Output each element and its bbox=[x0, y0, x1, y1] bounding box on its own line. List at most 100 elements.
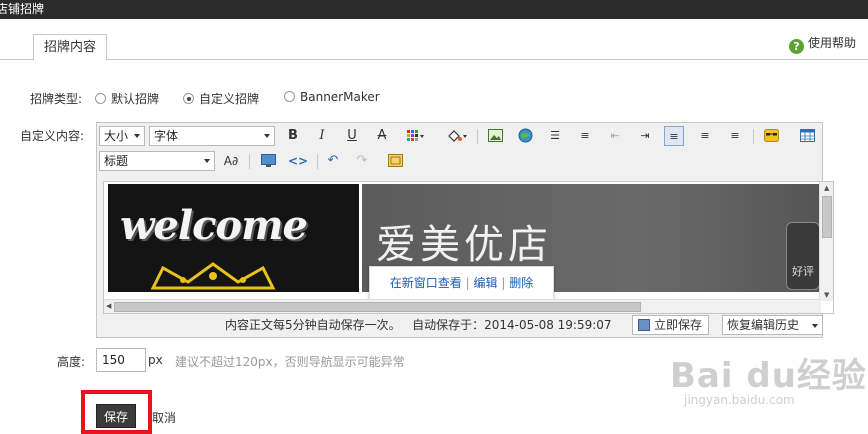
open-new-window-link[interactable]: 在新窗口查看 bbox=[390, 276, 462, 290]
redo-icon: ↷ bbox=[356, 153, 368, 168]
radio-circle bbox=[95, 93, 106, 104]
horizontal-scroll-thumb[interactable] bbox=[114, 302, 641, 312]
vertical-scroll-thumb[interactable] bbox=[822, 196, 832, 238]
bullet-list-button[interactable]: ☰ bbox=[545, 126, 565, 146]
underline-icon: U bbox=[347, 128, 357, 143]
autosave-status: 内容正文每5分钟自动保存一次。 自动保存于：2014-05-08 19:59:0… bbox=[225, 313, 612, 337]
color-grid-button[interactable] bbox=[402, 126, 430, 146]
watermark-brand: Bai du经验 bbox=[670, 356, 867, 396]
strikethrough-icon: A bbox=[377, 128, 387, 143]
watermark-url: jingyan.baidu.com bbox=[684, 393, 795, 407]
restore-history-select[interactable]: 恢复编辑历史 bbox=[722, 315, 823, 335]
banner-type-label: 招牌类型: bbox=[30, 92, 83, 106]
floppy-disk-icon bbox=[638, 319, 650, 331]
rich-text-editor: 大小 字体 B I U A ☰ ≡ ⇤ ⇥ ≡ ≡ ≡ 标题 A∂ <> ↶ ↷… bbox=[96, 122, 834, 338]
preview-button[interactable] bbox=[258, 151, 278, 171]
monitor-icon bbox=[260, 153, 276, 167]
scroll-down-icon[interactable]: ▼ bbox=[824, 291, 829, 299]
fullscreen-button[interactable] bbox=[385, 151, 405, 171]
indent-button[interactable]: ⇥ bbox=[635, 126, 655, 146]
strikethrough-button[interactable]: A bbox=[372, 126, 392, 146]
help-label: 使用帮助 bbox=[807, 36, 856, 50]
insert-image-button[interactable] bbox=[485, 126, 505, 146]
source-code-button[interactable]: <> bbox=[288, 151, 308, 171]
help-icon: ? bbox=[788, 39, 804, 54]
color-grid-icon bbox=[407, 129, 424, 141]
font-family-value: 字体 bbox=[154, 129, 179, 143]
code-icon: <> bbox=[288, 154, 309, 168]
toolbar-separator bbox=[477, 129, 478, 144]
editor-content-area[interactable]: welcome 爱美优店 好评 在新窗口查看 | 编辑 | 删除 ▲ ▼ ◀ bbox=[103, 181, 834, 314]
radio-circle-selected bbox=[183, 93, 194, 104]
bold-button[interactable]: B bbox=[283, 126, 303, 146]
chevron-down-icon bbox=[204, 159, 210, 163]
bullet-list-icon: ☰ bbox=[550, 129, 560, 142]
scroll-up-icon[interactable]: ▲ bbox=[824, 184, 829, 192]
popup-separator: | bbox=[501, 276, 506, 290]
outdent-button[interactable]: ⇤ bbox=[605, 126, 625, 146]
fill-color-button[interactable] bbox=[443, 126, 471, 146]
image-icon bbox=[487, 129, 503, 142]
scroll-left-icon[interactable]: ◀ bbox=[106, 302, 111, 310]
banner-welcome-image: welcome bbox=[108, 184, 359, 292]
help-link[interactable]: ? 使用帮助 bbox=[788, 34, 856, 54]
toolbar-row-2: 标题 A∂ <> ↶ ↷ bbox=[97, 149, 822, 175]
horizontal-scrollbar[interactable]: ◀ bbox=[104, 299, 821, 313]
clear-format-button[interactable]: A∂ bbox=[221, 151, 241, 171]
undo-icon: ↶ bbox=[327, 153, 339, 168]
indent-icon: ⇥ bbox=[640, 129, 650, 142]
underline-button[interactable]: U bbox=[342, 126, 362, 146]
heading-value: 标题 bbox=[104, 154, 129, 168]
radio-bannermaker[interactable]: BannerMaker bbox=[284, 90, 380, 104]
radio-bannermaker-label: BannerMaker bbox=[300, 90, 380, 104]
font-size-value: 大小 bbox=[104, 129, 129, 143]
radio-custom-label: 自定义招牌 bbox=[199, 92, 260, 106]
good-review-badge: 好评 bbox=[786, 222, 820, 290]
window-titlebar: 店铺招牌 bbox=[0, 0, 868, 19]
good-review-text: 好评 bbox=[792, 265, 814, 278]
save-button[interactable]: 保存 bbox=[96, 404, 136, 428]
cancel-link[interactable]: 取消 bbox=[152, 409, 176, 426]
autosave-note: 内容正文每5分钟自动保存一次。 bbox=[225, 318, 401, 332]
tab-banner-content[interactable]: 招牌内容 bbox=[33, 34, 108, 61]
align-right-button[interactable]: ≡ bbox=[725, 126, 745, 146]
editor-status-bar: 内容正文每5分钟自动保存一次。 自动保存于：2014-05-08 19:59:0… bbox=[97, 313, 823, 337]
tab-bar: 招牌内容 ? 使用帮助 bbox=[0, 34, 868, 61]
toolbar-separator bbox=[317, 154, 318, 169]
align-center-icon: ≡ bbox=[700, 129, 710, 142]
vertical-scrollbar[interactable]: ▲ ▼ bbox=[819, 182, 833, 301]
delete-link[interactable]: 删除 bbox=[509, 276, 533, 290]
restore-history-label: 恢复编辑历史 bbox=[727, 318, 800, 332]
italic-button[interactable]: I bbox=[312, 126, 332, 146]
edit-link[interactable]: 编辑 bbox=[473, 276, 497, 290]
font-size-select[interactable]: 大小 bbox=[99, 126, 145, 146]
font-family-select[interactable]: 字体 bbox=[149, 126, 275, 146]
chevron-down-icon bbox=[812, 324, 818, 328]
redo-button[interactable]: ↷ bbox=[352, 151, 372, 171]
height-input[interactable]: 150 bbox=[96, 348, 146, 372]
clear-format-icon: A∂ bbox=[223, 154, 239, 168]
insert-table-button[interactable] bbox=[797, 126, 817, 146]
align-left-button[interactable]: ≡ bbox=[664, 126, 684, 146]
image-context-popup: 在新窗口查看 | 编辑 | 删除 bbox=[369, 266, 554, 300]
heading-select[interactable]: 标题 bbox=[99, 151, 215, 171]
radio-circle bbox=[284, 91, 295, 102]
baidu-watermark: Bai du经验 jingyan.baidu.com bbox=[664, 348, 866, 412]
fullscreen-icon bbox=[387, 154, 403, 167]
save-now-button[interactable]: 立即保存 bbox=[632, 315, 710, 335]
radio-custom-banner[interactable]: 自定义招牌 bbox=[183, 90, 259, 107]
custom-content-label: 自定义内容: bbox=[20, 129, 85, 143]
radio-default-banner[interactable]: 默认招牌 bbox=[95, 90, 159, 107]
emoticon-button[interactable] bbox=[761, 126, 781, 146]
chevron-down-icon bbox=[134, 134, 140, 138]
insert-flash-button[interactable] bbox=[515, 126, 535, 146]
height-label: 高度: bbox=[57, 355, 86, 369]
numbered-list-button[interactable]: ≡ bbox=[575, 126, 595, 146]
undo-button[interactable]: ↶ bbox=[323, 151, 343, 171]
table-icon bbox=[799, 129, 815, 142]
autosave-label: 自动保存于： bbox=[412, 318, 485, 332]
window-title: 店铺招牌 bbox=[0, 2, 45, 16]
globe-icon bbox=[518, 128, 532, 143]
align-center-button[interactable]: ≡ bbox=[695, 126, 715, 146]
align-left-icon: ≡ bbox=[669, 130, 679, 143]
